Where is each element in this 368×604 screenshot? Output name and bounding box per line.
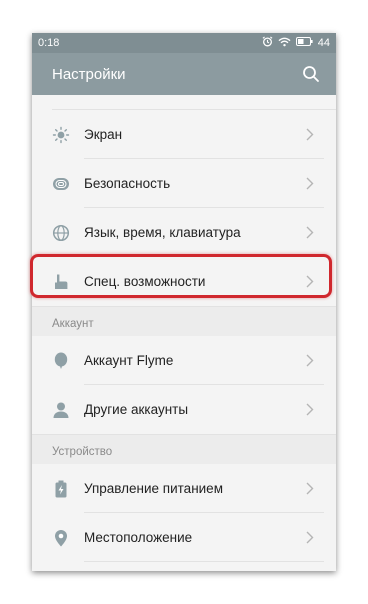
status-time: 0:18: [38, 37, 60, 49]
section-header-account: Аккаунт: [32, 306, 336, 336]
phone-screen: 0:18 44 Настройки Экран Безопасность Язы…: [32, 33, 336, 571]
section-header-device: Устройство: [32, 434, 336, 464]
brightness-icon: [52, 126, 70, 144]
settings-item-label: Спец. возможности: [84, 274, 206, 289]
settings-item-language[interactable]: Язык, время, клавиатура: [32, 208, 336, 257]
settings-item-label: Экран: [84, 127, 123, 142]
chevron-right-icon: [300, 226, 320, 239]
settings-list: Экран Безопасность Язык, время, клавиату…: [32, 95, 336, 562]
search-icon: [303, 66, 319, 82]
chevron-right-icon: [300, 354, 320, 367]
chevron-right-icon: [300, 531, 320, 544]
status-icons: 44: [262, 36, 330, 50]
settings-item-power[interactable]: Управление питанием: [32, 464, 336, 513]
settings-item-accessibility[interactable]: Спец. возможности: [32, 257, 336, 306]
settings-item-security[interactable]: Безопасность: [32, 159, 336, 208]
settings-item-label: Язык, время, клавиатура: [84, 225, 241, 240]
location-pin-icon: [52, 529, 70, 547]
settings-item-label: Другие аккаунты: [84, 402, 189, 417]
chevron-right-icon: [300, 128, 320, 141]
person-icon: [52, 401, 70, 419]
chevron-right-icon: [300, 275, 320, 288]
settings-item-label: Безопасность: [84, 176, 171, 191]
alarm-icon: [262, 36, 273, 50]
settings-item-display[interactable]: Экран: [32, 110, 336, 159]
search-button[interactable]: [300, 63, 322, 85]
settings-item-flyme-account[interactable]: Аккаунт Flyme: [32, 336, 336, 385]
globe-icon: [52, 224, 70, 242]
status-bar: 0:18 44: [32, 33, 336, 53]
chevron-right-icon: [300, 482, 320, 495]
flyme-balloon-icon: [52, 352, 70, 370]
app-bar: Настройки: [32, 53, 336, 95]
settings-item-label: Местоположение: [84, 530, 193, 545]
page-title: Настройки: [52, 65, 126, 83]
divider: [52, 95, 336, 110]
chevron-right-icon: [300, 177, 320, 190]
settings-item-label: Управление питанием: [84, 481, 223, 496]
battery-percent: 44: [317, 37, 330, 49]
wifi-icon: [278, 37, 291, 50]
settings-item-label: Аккаунт Flyme: [84, 353, 174, 368]
battery-charging-icon: [52, 480, 70, 498]
settings-item-location[interactable]: Местоположение: [32, 513, 336, 562]
battery-icon: [295, 37, 313, 49]
chevron-right-icon: [300, 403, 320, 416]
settings-item-other-accounts[interactable]: Другие аккаунты: [32, 385, 336, 434]
hand-pointer-icon: [52, 273, 70, 291]
fingerprint-icon: [52, 175, 70, 193]
